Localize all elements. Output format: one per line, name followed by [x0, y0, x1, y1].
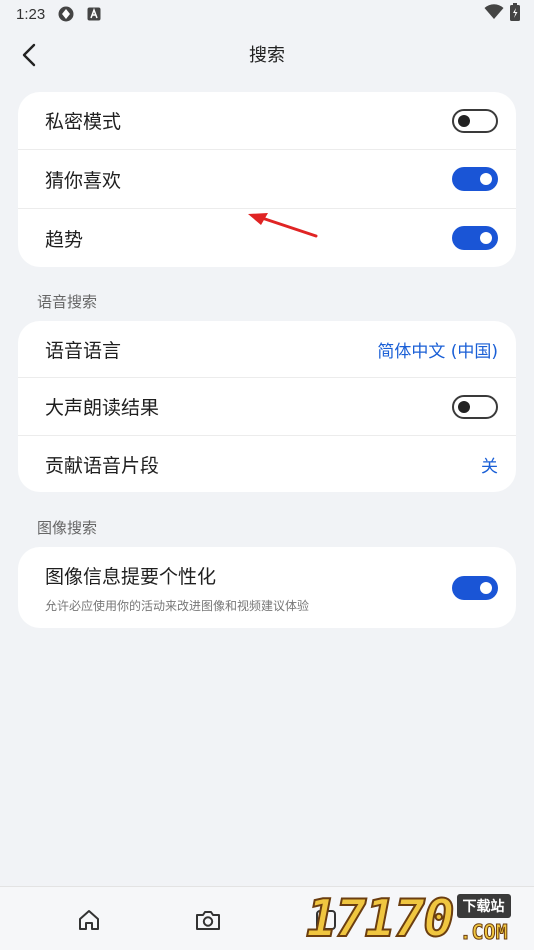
- camera-icon[interactable]: [195, 907, 221, 933]
- image-personalize-row[interactable]: 图像信息提要个性化 允许必应使用你的活动来改进图像和视频建议体验: [18, 547, 516, 628]
- image-personalize-label: 图像信息提要个性化: [45, 565, 217, 588]
- image-personalize-toggle[interactable]: [452, 575, 498, 600]
- page-title: 搜索: [249, 45, 285, 66]
- annotation-arrow-icon: [248, 213, 318, 238]
- voice-settings-card: 语音语言 简体中文 (中国) 大声朗读结果 贡献语音片段 关: [18, 321, 516, 492]
- status-time: 1:23: [16, 5, 46, 23]
- contribute-voice-row[interactable]: 贡献语音片段 关: [18, 436, 516, 492]
- private-mode-toggle[interactable]: [452, 108, 498, 133]
- voice-language-row[interactable]: 语音语言 简体中文 (中国): [18, 321, 516, 378]
- image-personalize-texts: 图像信息提要个性化 允许必应使用你的活动来改进图像和视频建议体验: [45, 562, 309, 614]
- back-button[interactable]: [14, 40, 44, 70]
- voice-language-value: 简体中文 (中国): [377, 341, 498, 362]
- app-header: 搜索: [0, 28, 534, 80]
- home-icon[interactable]: [76, 907, 102, 933]
- watermark-side: 下载站 .COM: [456, 894, 511, 945]
- watermark-logo: 17170 下载站 .COM: [305, 888, 534, 950]
- image-section-title: 图像搜索: [37, 519, 98, 537]
- sync-icon: [57, 5, 75, 23]
- image-personalize-description: 允许必应使用你的活动来改进图像和视频建议体验: [45, 598, 310, 613]
- watermark-tag: 下载站: [456, 894, 511, 918]
- recommendations-toggle[interactable]: [452, 167, 498, 191]
- private-mode-label: 私密模式: [45, 111, 122, 133]
- battery-icon: [510, 3, 520, 25]
- status-bar: 1:23: [0, 0, 534, 28]
- recommendations-label: 猜你喜欢: [45, 169, 122, 192]
- contribute-voice-label: 贡献语音片段: [45, 454, 160, 477]
- contribute-voice-value: 关: [481, 456, 498, 477]
- private-mode-row[interactable]: 私密模式: [18, 92, 516, 150]
- trending-label: 趋势: [45, 228, 84, 251]
- voice-language-label: 语音语言: [45, 339, 122, 362]
- image-settings-card: 图像信息提要个性化 允许必应使用你的活动来改进图像和视频建议体验: [18, 547, 516, 628]
- watermark-domain: .COM: [459, 920, 508, 945]
- read-aloud-row[interactable]: 大声朗读结果: [18, 378, 516, 436]
- read-aloud-label: 大声朗读结果: [45, 397, 160, 419]
- wifi-icon: [484, 4, 504, 24]
- trending-toggle[interactable]: [452, 226, 498, 250]
- back-arrow-icon: [22, 43, 36, 67]
- notification-a-icon: [87, 7, 101, 21]
- watermark-number: 17170: [305, 888, 456, 950]
- read-aloud-toggle[interactable]: [452, 394, 498, 419]
- voice-section-title: 语音搜索: [37, 293, 98, 311]
- recommendations-row[interactable]: 猜你喜欢: [18, 150, 516, 209]
